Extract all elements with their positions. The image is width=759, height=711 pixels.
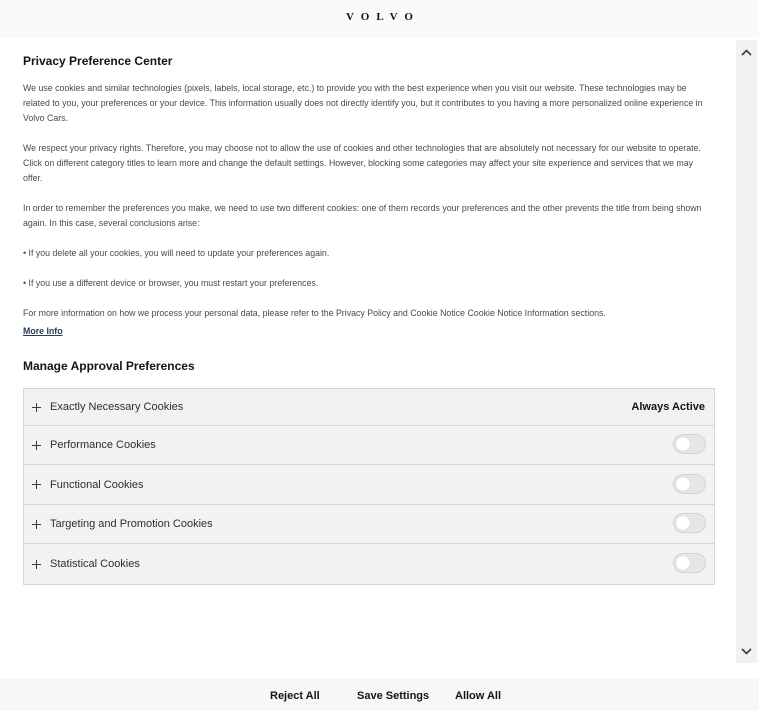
statistical-toggle[interactable]	[673, 553, 706, 573]
toggle-knob	[676, 516, 690, 530]
plus-icon	[32, 559, 42, 569]
vertical-scrollbar[interactable]	[736, 40, 757, 663]
targeting-toggle[interactable]	[673, 513, 706, 533]
scrollbar-track[interactable]	[739, 62, 754, 641]
toggle-knob	[676, 556, 690, 570]
chevron-up-icon[interactable]	[736, 43, 757, 61]
intro-paragraph: We use cookies and similar technologies …	[23, 83, 703, 123]
footer-bar: Reject All Save Settings Allow All	[0, 679, 759, 711]
privacy-rights-paragraph: We respect your privacy rights. Therefor…	[23, 143, 701, 183]
more-info-link[interactable]: More Info	[23, 324, 63, 339]
plus-icon	[32, 519, 42, 529]
category-label: Exactly Necessary Cookies	[50, 401, 184, 413]
category-label: Targeting and Promotion Cookies	[50, 518, 213, 530]
bullet-different-device: • If you use a different device or brows…	[23, 278, 319, 288]
plus-icon	[32, 480, 42, 490]
category-label: Performance Cookies	[50, 439, 156, 451]
category-label: Functional Cookies	[50, 478, 144, 491]
functional-toggle[interactable]	[673, 473, 706, 494]
header-bar: VOLVO	[0, 0, 759, 38]
category-label: Statistical Cookies	[50, 558, 140, 570]
category-row-necessary[interactable]: Exactly Necessary Cookies Always Active	[24, 389, 714, 426]
category-row-functional[interactable]: Functional Cookies	[24, 465, 714, 505]
always-active-badge: Always Active	[631, 401, 705, 413]
performance-toggle[interactable]	[673, 434, 706, 454]
allow-all-button[interactable]: Allow All	[455, 690, 501, 702]
cookie-category-list: Exactly Necessary Cookies Always Active …	[23, 388, 715, 585]
plus-icon	[32, 402, 42, 412]
toggle-knob	[676, 437, 690, 451]
plus-icon	[32, 440, 42, 450]
bullet-delete-cookies: • If you delete all your cookies, you wi…	[23, 248, 330, 258]
manage-preferences-title: Manage Approval Preferences	[23, 359, 195, 373]
category-row-statistical[interactable]: Statistical Cookies	[24, 544, 714, 584]
volvo-logo: VOLVO	[346, 11, 420, 23]
more-information-paragraph: For more information on how we process y…	[23, 308, 606, 318]
toggle-knob	[676, 476, 690, 491]
panel-title: Privacy Preference Center	[23, 54, 173, 68]
category-row-performance[interactable]: Performance Cookies	[24, 426, 714, 465]
chevron-down-icon[interactable]	[736, 642, 757, 660]
save-settings-button[interactable]: Save Settings	[357, 690, 429, 702]
category-row-targeting[interactable]: Targeting and Promotion Cookies	[24, 505, 714, 544]
reject-all-button[interactable]: Reject All	[270, 690, 320, 702]
preference-center-panel: Privacy Preference Center We use cookies…	[0, 38, 736, 663]
preferences-cookies-paragraph: In order to remember the preferences you…	[23, 203, 702, 228]
